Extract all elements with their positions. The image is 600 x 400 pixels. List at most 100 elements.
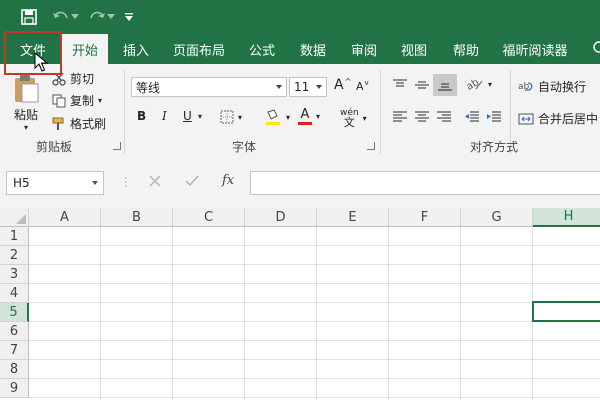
top-align-button[interactable] [392,78,408,92]
tab-insert[interactable]: 插入 [110,34,162,64]
formula-input[interactable] [250,171,600,195]
clipboard-dialog-launcher-icon[interactable] [113,142,121,150]
paint-bucket-icon [264,108,282,126]
undo-icon[interactable] [50,6,72,28]
clipboard-group-label: 剪贴板 [36,140,73,154]
customize-icon[interactable] [118,6,140,28]
align-right-icon [437,111,451,122]
decrease-indent-button[interactable] [464,110,480,124]
column-header-d[interactable]: D [245,208,317,227]
font-dialog-launcher-icon[interactable] [367,142,375,150]
gridline [100,227,101,400]
row-header-8[interactable]: 8 [0,360,29,379]
row-header-1[interactable]: 1 [0,227,29,246]
copy-label: 复制 [70,94,95,108]
worksheet-grid[interactable]: A B C D E F G H 1 2 3 4 5 6 7 8 9 [0,208,600,400]
grow-font-letter: A [334,77,344,93]
undo-dropdown-icon[interactable] [70,6,80,28]
font-color-button[interactable]: A ▾ [298,108,320,125]
merge-center-button[interactable]: 合并后居中 [518,110,598,127]
fill-color-button[interactable]: ▾ [264,108,290,126]
increase-indent-button[interactable] [486,110,502,124]
gridline [29,245,600,246]
save-icon[interactable] [18,6,40,28]
group-separator [380,70,381,154]
tab-view[interactable]: 视图 [390,34,438,64]
italic-button[interactable]: I [162,109,167,123]
column-header-h[interactable]: H [533,208,600,227]
row-header-4[interactable]: 4 [0,284,29,303]
bottom-align-button[interactable] [433,74,457,96]
column-header-c[interactable]: C [173,208,245,227]
tab-foxit-reader[interactable]: 福昕阅读器 [494,34,576,64]
column-header-g[interactable]: G [461,208,533,227]
redo-icon[interactable] [86,6,108,28]
column-header-f[interactable]: F [389,208,461,227]
name-box-value: H5 [13,176,30,190]
top-align-icon [393,79,407,87]
paste-button[interactable]: 粘贴 ▾ [12,74,40,132]
gridline [316,227,317,400]
redo-dropdown-icon[interactable] [106,6,116,28]
chevron-down-icon[interactable] [92,181,98,185]
gridline [29,302,600,303]
mouse-cursor-icon [34,51,49,75]
font-name-combobox[interactable]: 等线 [131,77,287,97]
tab-review[interactable]: 审阅 [340,34,388,64]
align-center-icon [415,111,429,122]
row-header-6[interactable]: 6 [0,322,29,341]
splitter-handle-icon[interactable]: ⋮ [120,175,132,189]
underline-button[interactable]: U [183,109,192,123]
tab-page-layout[interactable]: 页面布局 [164,34,234,64]
align-right-button[interactable] [436,110,452,124]
row-header-9[interactable]: 9 [0,379,29,398]
decrease-font-size-button[interactable]: Av [356,78,369,94]
row-header-2[interactable]: 2 [0,246,29,265]
phonetic-character: 文 [343,116,355,129]
enter-check-icon[interactable] [184,174,200,191]
copy-button[interactable]: 复制 ▾ [52,92,102,109]
cancel-icon[interactable] [148,174,162,191]
name-box[interactable]: H5 [6,171,104,195]
align-center-button[interactable] [414,110,430,124]
font-color-swatch [298,122,312,125]
chevron-down-icon[interactable]: ▾ [24,123,28,132]
row-header-5[interactable]: 5 [0,303,29,322]
column-header-a[interactable]: A [29,208,101,227]
chevron-down-icon[interactable]: ▾ [198,112,202,121]
row-header-7[interactable]: 7 [0,341,29,360]
chevron-down-icon [316,85,322,89]
file-tab-highlight [4,31,62,75]
lightbulb-icon[interactable] [588,38,600,60]
insert-function-button[interactable]: fx [222,173,234,188]
tab-formulas[interactable]: 公式 [238,34,286,64]
wrap-text-button[interactable]: ab 自动换行 [518,78,586,95]
paste-label: 粘贴 [13,108,38,122]
tab-help[interactable]: 帮助 [442,34,490,64]
align-left-button[interactable] [392,110,408,124]
group-separator [124,70,125,154]
gridline [388,227,389,400]
chevron-down-icon[interactable]: ▾ [98,96,102,105]
format-painter-button[interactable]: 格式刷 [52,115,106,132]
phonetic-guide-button[interactable]: wén 文 ▾ [340,108,367,128]
caret-down-icon: v [364,78,369,87]
active-cell-h5[interactable] [532,301,600,322]
wrap-text-label: 自动换行 [538,80,587,94]
column-header-b[interactable]: B [101,208,173,227]
tab-data[interactable]: 数据 [290,34,336,64]
gridline [29,264,600,265]
middle-align-button[interactable] [414,78,430,92]
tab-home[interactable]: 开始 [62,34,108,64]
bold-button[interactable]: B [137,109,146,123]
select-all-button[interactable] [0,208,29,227]
orientation-button[interactable]: ab ▾ [466,76,492,92]
increase-font-size-button[interactable]: A ^ [334,77,351,94]
gridline [29,283,600,284]
font-size-combobox[interactable]: 11 [289,77,327,97]
row-header-3[interactable]: 3 [0,265,29,284]
borders-button[interactable]: ▾ [220,110,242,124]
chevron-down-icon: ▾ [362,113,367,123]
column-header-e[interactable]: E [317,208,389,227]
title-bar [0,0,600,34]
